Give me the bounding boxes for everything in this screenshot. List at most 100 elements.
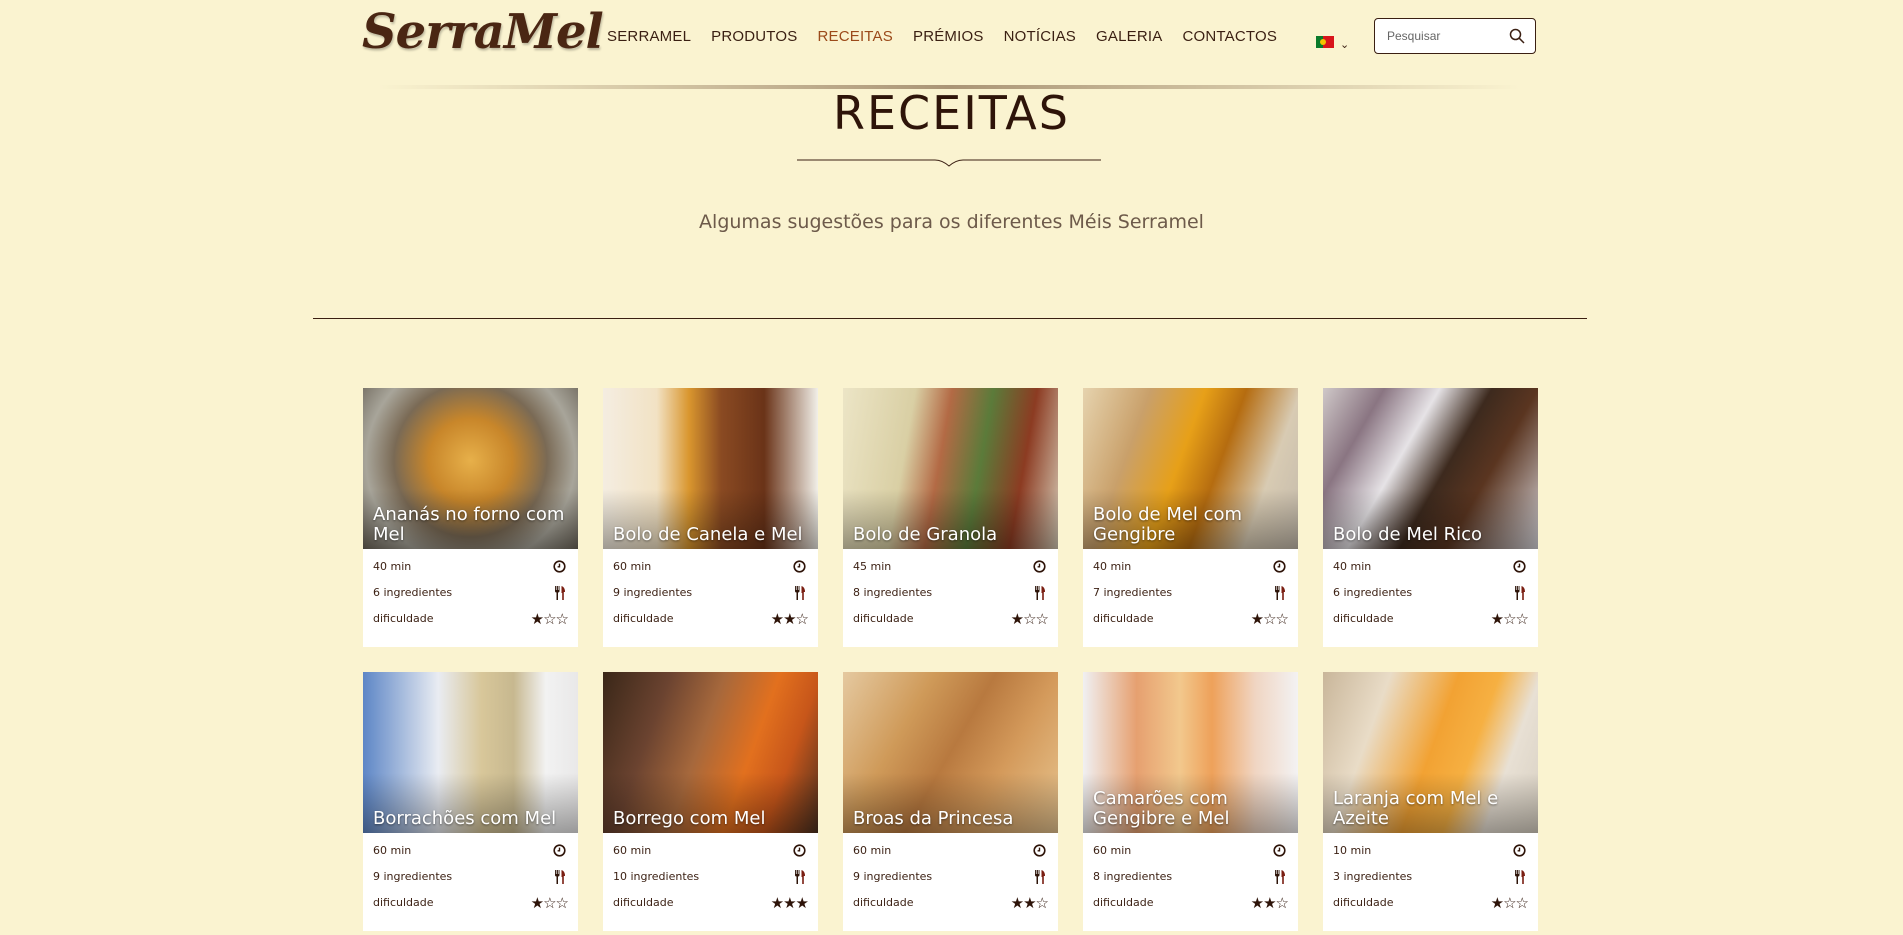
recipe-card[interactable]: Camarões com Gengibre e Mel 60 min 8 ingre…: [1083, 672, 1298, 931]
recipe-title[interactable]: Camarões com Gengibre e Mel: [1093, 789, 1290, 829]
recipe-time: 40 min: [373, 560, 568, 573]
recipe-image[interactable]: Camarões com Gengibre e Mel: [1083, 672, 1298, 833]
page-title: RECEITAS: [833, 86, 1070, 140]
nav-premios[interactable]: PRÉMIOS: [913, 28, 984, 45]
recipe-image[interactable]: Borrachões com Mel: [363, 672, 578, 833]
star-empty-icon: ☆: [543, 610, 556, 628]
recipe-ingredients-value: 9 ingredientes: [853, 870, 933, 883]
recipe-image[interactable]: Bolo de Mel com Gengibre: [1083, 388, 1298, 549]
star-filled-icon: ★: [1250, 610, 1264, 628]
nav-receitas[interactable]: RECEITAS: [817, 28, 893, 45]
recipe-ingredients-value: 9 ingredientes: [373, 870, 453, 883]
recipe-image[interactable]: Ananás no forno com Mel: [363, 388, 578, 549]
recipe-ingredients: 7 ingredientes: [1093, 586, 1288, 600]
recipe-ingredients-value: 9 ingredientes: [613, 586, 693, 599]
recipe-card[interactable]: Bolo de Mel Rico 40 min 6 ingredientes difi…: [1323, 388, 1538, 647]
nav-produtos[interactable]: PRODUTOS: [711, 28, 797, 45]
clock-icon: [793, 560, 806, 576]
difficulty-label: dificuldade: [853, 612, 914, 625]
recipe-time-value: 60 min: [853, 844, 892, 857]
star-empty-icon: ☆: [1275, 610, 1289, 628]
recipe-image[interactable]: Laranja com Mel e Azeite: [1323, 672, 1538, 833]
star-empty-icon: ☆: [1263, 610, 1276, 628]
recipe-difficulty: dificuldade ★☆☆: [373, 894, 569, 912]
star-empty-icon: ☆: [1503, 894, 1516, 912]
search-box: [1374, 18, 1536, 54]
recipe-image[interactable]: Bolo de Mel Rico: [1323, 388, 1538, 549]
recipe-image[interactable]: Broas da Princesa: [843, 672, 1058, 833]
recipe-time: 60 min: [613, 560, 808, 573]
section-divider: [313, 318, 1587, 319]
recipe-card[interactable]: Bolo de Canela e Mel 60 min 9 ingredientes…: [603, 388, 818, 647]
cutlery-icon: [1274, 586, 1286, 603]
star-empty-icon: ☆: [1515, 894, 1529, 912]
recipe-title[interactable]: Ananás no forno com Mel: [373, 505, 570, 545]
star-filled-icon: ★: [1250, 894, 1264, 912]
recipe-ingredients-value: 8 ingredientes: [1093, 870, 1173, 883]
difficulty-label: dificuldade: [373, 612, 434, 625]
recipe-time-value: 45 min: [853, 560, 892, 573]
recipe-title[interactable]: Broas da Princesa: [853, 809, 1050, 829]
recipe-difficulty: dificuldade ★★☆: [1093, 894, 1289, 912]
recipe-title[interactable]: Bolo de Mel com Gengibre: [1093, 505, 1290, 545]
difficulty-rating: ★★☆: [1011, 894, 1049, 912]
nav-contactos[interactable]: CONTACTOS: [1182, 28, 1277, 45]
recipe-ingredients: 10 ingredientes: [613, 870, 808, 884]
recipe-title[interactable]: Laranja com Mel e Azeite: [1333, 789, 1530, 829]
recipe-title[interactable]: Bolo de Granola: [853, 525, 1050, 545]
recipe-difficulty: dificuldade ★☆☆: [1093, 610, 1289, 628]
recipe-card[interactable]: Borrego com Mel 60 min 10 ingredientes difi…: [603, 672, 818, 931]
recipe-ingredients-value: 3 ingredientes: [1333, 870, 1413, 883]
nav-galeria[interactable]: GALERIA: [1096, 28, 1162, 45]
recipe-title[interactable]: Borrachões com Mel: [373, 809, 570, 829]
difficulty-label: dificuldade: [613, 896, 674, 909]
nav-noticias[interactable]: NOTÍCIAS: [1004, 28, 1076, 45]
clock-icon: [553, 844, 566, 860]
clock-icon: [1513, 844, 1526, 860]
recipe-card[interactable]: Borrachões com Mel 60 min 9 ingredientes di…: [363, 672, 578, 931]
star-empty-icon: ☆: [1023, 610, 1036, 628]
recipe-card[interactable]: Bolo de Mel com Gengibre 40 min 7 ingredie…: [1083, 388, 1298, 647]
recipe-image[interactable]: Bolo de Canela e Mel: [603, 388, 818, 549]
recipe-time-value: 60 min: [613, 560, 652, 573]
nav-serramel[interactable]: SERRAMEL: [607, 28, 691, 45]
recipe-time-value: 40 min: [1093, 560, 1132, 573]
recipe-ingredients-value: 6 ingredientes: [373, 586, 453, 599]
star-empty-icon: ☆: [795, 610, 809, 628]
recipe-card[interactable]: Bolo de Granola 45 min 8 ingredientes dific…: [843, 388, 1058, 647]
difficulty-label: dificuldade: [1093, 896, 1154, 909]
recipe-card[interactable]: Laranja com Mel e Azeite 10 min 3 ingredie…: [1323, 672, 1538, 931]
star-empty-icon: ☆: [1503, 610, 1516, 628]
recipe-image[interactable]: Bolo de Granola: [843, 388, 1058, 549]
search-input[interactable]: [1385, 28, 1509, 44]
cutlery-icon: [794, 870, 806, 887]
recipe-time-value: 60 min: [1093, 844, 1132, 857]
star-empty-icon: ☆: [1035, 610, 1049, 628]
recipe-image[interactable]: Borrego com Mel: [603, 672, 818, 833]
site-logo[interactable]: SerraMel: [362, 4, 604, 60]
clock-icon: [793, 844, 806, 860]
recipe-ingredients-value: 7 ingredientes: [1093, 586, 1173, 599]
recipe-card[interactable]: Ananás no forno com Mel 40 min 6 ingredien…: [363, 388, 578, 647]
cutlery-icon: [1034, 586, 1046, 603]
recipe-difficulty: dificuldade ★☆☆: [1333, 610, 1529, 628]
difficulty-label: dificuldade: [853, 896, 914, 909]
page-subtitle: Algumas sugestões para os diferentes Méi…: [699, 211, 1204, 233]
clock-icon: [1513, 560, 1526, 576]
main-nav: SERRAMEL PRODUTOS RECEITAS PRÉMIOS NOTÍC…: [607, 28, 1277, 45]
recipe-ingredients: 8 ingredientes: [853, 586, 1048, 600]
recipe-ingredients: 9 ingredientes: [613, 586, 808, 600]
recipe-ingredients-value: 8 ingredientes: [853, 586, 933, 599]
recipe-title[interactable]: Bolo de Mel Rico: [1333, 525, 1530, 545]
chevron-down-icon: ⌄: [1340, 39, 1350, 51]
recipe-title[interactable]: Borrego com Mel: [613, 809, 810, 829]
clock-icon: [553, 560, 566, 576]
portugal-flag-icon: [1316, 35, 1334, 48]
recipe-time-value: 40 min: [1333, 560, 1372, 573]
recipe-card[interactable]: Broas da Princesa 60 min 9 ingredientes dif…: [843, 672, 1058, 931]
recipe-difficulty: dificuldade ★☆☆: [1333, 894, 1529, 912]
recipe-title[interactable]: Bolo de Canela e Mel: [613, 525, 810, 545]
difficulty-rating: ★★★: [771, 894, 809, 912]
search-icon[interactable]: [1509, 28, 1525, 44]
language-selector[interactable]: ⌄: [1316, 32, 1349, 51]
